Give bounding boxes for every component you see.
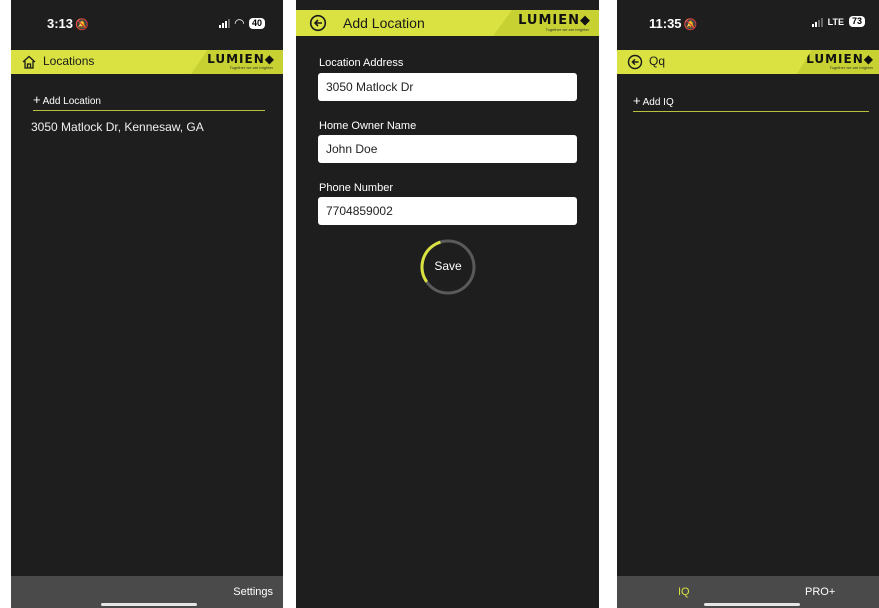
status-bar: 11:35 🔕 LTE 73 (617, 0, 879, 50)
home-owner-name-input[interactable]: John Doe (318, 135, 577, 163)
locations-screen: 3:13 🔕 ◠ 40 Locations LUMIEN◆ Together we… (11, 0, 283, 608)
logo-text: LUMIEN◆ (518, 13, 591, 28)
tab-pro-plus[interactable]: PRO+ (805, 586, 835, 598)
page-title: Locations (43, 54, 95, 68)
silent-bell-icon: 🔕 (683, 19, 698, 31)
add-location-label: Add Location (42, 96, 101, 107)
bottom-bar: Settings (11, 576, 283, 608)
app-header: Locations LUMIEN◆ Together we are bright… (11, 50, 283, 74)
iq-screen: 11:35 🔕 LTE 73 Qq LUMIEN◆ Together we are… (617, 0, 879, 608)
network-type: LTE (827, 16, 844, 27)
page-title: Add Location (343, 15, 425, 31)
location-address-input[interactable]: 3050 Matlock Dr (318, 73, 577, 101)
logo-tagline: Together we are brighter (545, 27, 589, 32)
home-indicator (101, 603, 197, 606)
home-owner-name-label: Home Owner Name (319, 120, 417, 132)
brand-logo: LUMIEN◆ Together we are brighter (493, 10, 599, 36)
save-button[interactable]: Save (419, 238, 477, 296)
phone-number-input[interactable]: 7704859002 (318, 197, 577, 225)
add-iq-button[interactable]: + Add IQ (633, 93, 869, 112)
app-header: Qq LUMIEN◆ Together we are brighter (617, 50, 879, 74)
status-time: 11:35 (649, 16, 682, 31)
status-bar: 3:13 🔕 ◠ 40 (11, 0, 283, 50)
bottom-tab-bar: IQ PRO+ (617, 576, 879, 608)
silent-bell-icon: 🔕 (75, 19, 89, 31)
brand-logo: LUMIEN◆ Together we are brighter (191, 50, 283, 74)
page-title: Qq (649, 54, 666, 68)
status-time: 3:13 (47, 16, 74, 31)
logo-tagline: Together we are brighter (229, 65, 273, 70)
logo-tagline: Together we are brighter (829, 65, 873, 70)
tab-iq[interactable]: IQ (678, 586, 690, 598)
signal-icon (218, 18, 230, 28)
back-arrow-icon[interactable] (309, 14, 327, 32)
app-header: Add Location LUMIEN◆ Together we are bri… (296, 10, 599, 36)
add-location-button[interactable]: + Add Location (33, 92, 265, 111)
home-icon[interactable] (21, 54, 37, 70)
brand-logo: LUMIEN◆ Together we are brighter (797, 50, 879, 74)
phone-number-label: Phone Number (319, 182, 393, 194)
home-indicator (704, 603, 800, 606)
wifi-icon: ◠ (234, 16, 244, 30)
location-address-label: Location Address (319, 57, 404, 69)
save-label: Save (434, 259, 462, 273)
location-list-item[interactable]: 3050 Matlock Dr, Kennesaw, GA (31, 120, 204, 134)
battery-icon: 73 (848, 16, 865, 27)
add-location-screen: Add Location LUMIEN◆ Together we are bri… (296, 0, 599, 608)
plus-icon: + (33, 92, 41, 107)
back-arrow-icon[interactable] (627, 54, 643, 70)
add-iq-label: Add IQ (642, 97, 674, 108)
settings-tab[interactable]: Settings (233, 586, 273, 598)
plus-icon: + (633, 93, 641, 108)
battery-icon: 40 (248, 17, 265, 29)
signal-icon (811, 17, 823, 27)
logo-text: LUMIEN◆ (207, 52, 275, 66)
logo-text: LUMIEN◆ (806, 52, 874, 66)
